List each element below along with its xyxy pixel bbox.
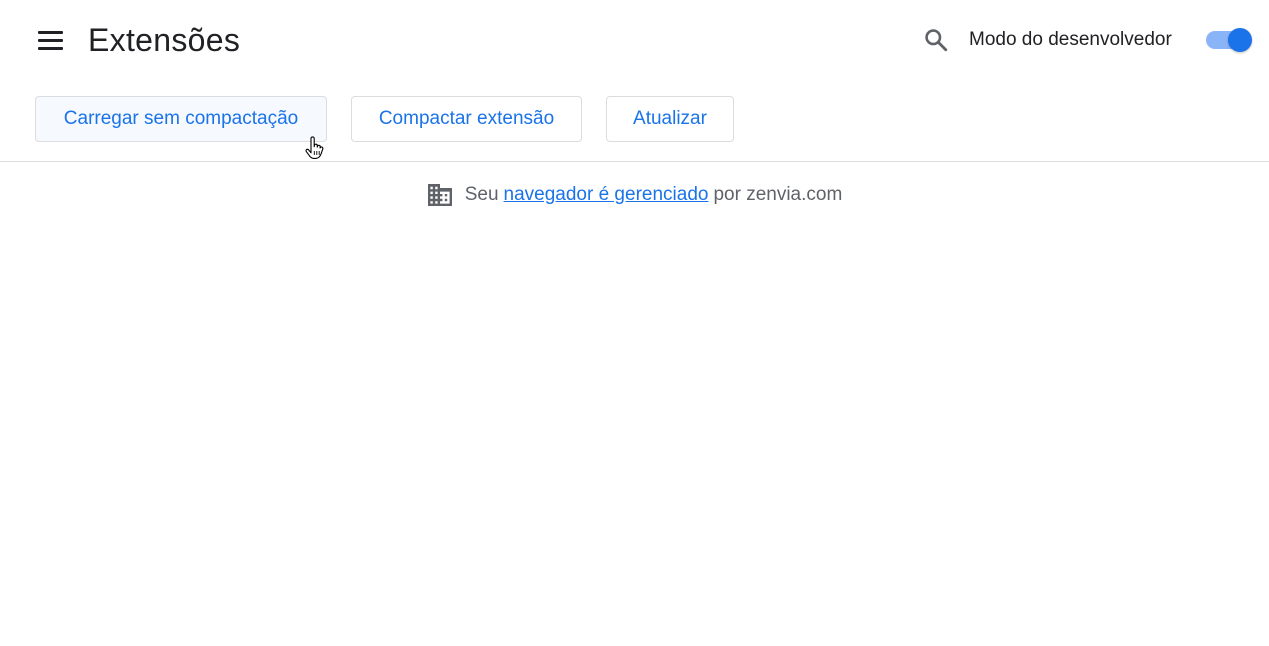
managed-notice-prefix: Seu — [464, 184, 499, 205]
menu-bar — [37, 46, 63, 50]
developer-mode-toggle[interactable] — [1205, 28, 1253, 52]
building-icon — [427, 183, 453, 207]
update-button[interactable]: Atualizar — [606, 96, 734, 142]
page-title: Extensões — [88, 22, 241, 58]
menu-bar — [37, 30, 63, 34]
pack-extension-button[interactable]: Compactar extensão — [351, 96, 582, 142]
header: Extensões Modo do desenvolvedor — [0, 0, 1269, 80]
managed-notice: Seu navegador é gerenciado por zenvia.co… — [0, 180, 1269, 210]
managed-browser-link[interactable]: navegador é gerenciado — [504, 184, 709, 206]
toolbar-divider — [0, 161, 1269, 162]
hamburger-menu-icon[interactable] — [30, 22, 70, 58]
search-icon[interactable] — [918, 22, 954, 58]
toolbar: Carregar sem compactação Compactar exten… — [0, 96, 1269, 144]
managed-notice-suffix: por zenvia.com — [713, 184, 843, 205]
developer-mode-label: Modo do desenvolvedor — [969, 29, 1172, 50]
toggle-knob — [1228, 28, 1252, 52]
extensions-page: Extensões Modo do desenvolvedor Carregar… — [0, 0, 1269, 646]
menu-bar — [37, 38, 63, 42]
load-unpacked-button[interactable]: Carregar sem compactação — [35, 96, 327, 142]
